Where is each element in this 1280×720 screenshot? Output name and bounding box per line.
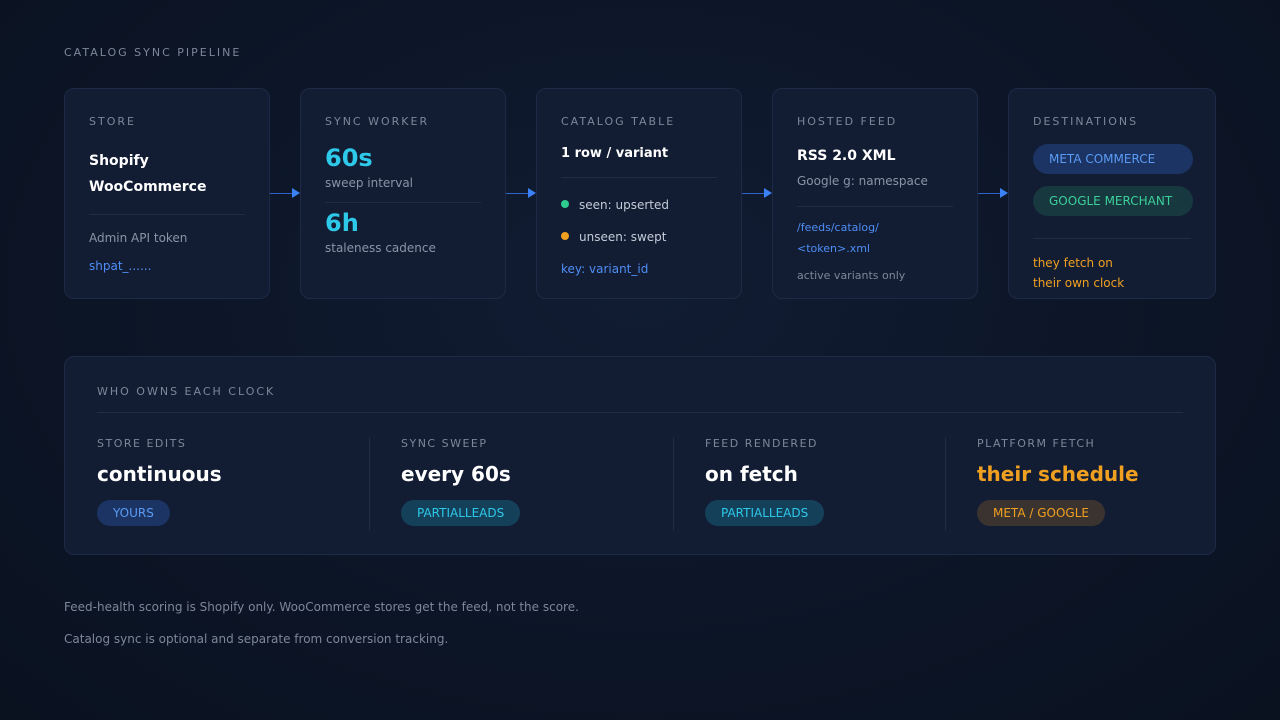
hosted-feed-card: HOSTED FEED RSS 2.0 XML Google g: namesp… — [772, 88, 978, 299]
catalog-divider — [561, 177, 717, 178]
store-platform-shopify: Shopify — [89, 153, 149, 169]
seen-row: seen: upserted — [561, 198, 717, 212]
owner-column-label: PLATFORM FETCH — [977, 437, 1096, 450]
footnote-feed-health: Feed-health scoring is Shopify only. Woo… — [64, 600, 579, 614]
seen-dot-icon — [561, 200, 569, 208]
feed-path-line1: /feeds/catalog/ — [797, 221, 879, 234]
sync-worker-card: SYNC WORKER 60s sweep interval 6h stalen… — [300, 88, 506, 299]
destinations-divider — [1033, 238, 1191, 239]
owner-column-separator — [673, 437, 674, 531]
owner-column-value: on fetch — [705, 462, 798, 486]
unseen-dot-icon — [561, 232, 569, 240]
owner-badge: PARTIALLEADS — [705, 500, 825, 526]
unseen-row: unseen: swept — [561, 230, 717, 244]
owner-column-separator — [945, 437, 946, 531]
clock-ownership-label: WHO OWNS EACH CLOCK — [97, 385, 276, 398]
destinations-note-line1: they fetch on — [1033, 256, 1113, 270]
staleness-cadence-value: 6h — [325, 209, 359, 237]
sync-worker-divider — [325, 202, 481, 203]
owner-column-label: STORE EDITS — [97, 437, 187, 450]
clock-ownership-divider — [97, 412, 1183, 413]
owner-column-value: their schedule — [977, 462, 1139, 486]
owner-badge: META / GOOGLE — [977, 500, 1105, 526]
feed-divider — [797, 206, 953, 207]
owner-badge: PARTIALLEADS — [401, 500, 521, 526]
owner-column-platform-fetch: PLATFORM FETCH their schedule META / GOO… — [977, 437, 1139, 533]
catalog-key: key: variant_id — [561, 262, 649, 276]
owner-column-label: FEED RENDERED — [705, 437, 818, 450]
hosted-feed-label: HOSTED FEED — [797, 115, 898, 128]
destination-google-merchant: GOOGLE MERCHANT — [1033, 186, 1193, 216]
staleness-cadence-caption: staleness cadence — [325, 241, 436, 255]
store-platform-woocommerce: WooCommerce — [89, 179, 207, 195]
owner-column-store-edits: STORE EDITS continuous YOURS — [97, 437, 222, 533]
arrow-feed-to-destinations — [978, 186, 1008, 200]
catalog-grain: 1 row / variant — [561, 146, 669, 161]
store-card-label: STORE — [89, 115, 136, 128]
owner-column-value: continuous — [97, 462, 222, 486]
arrow-table-to-feed — [742, 186, 772, 200]
arrow-store-to-worker — [270, 186, 300, 200]
catalog-table-card: CATALOG TABLE 1 row / variant seen: upse… — [536, 88, 742, 299]
owner-badge: YOURS — [97, 500, 170, 526]
token-label: Admin API token — [89, 231, 188, 245]
arrow-worker-to-table — [506, 186, 536, 200]
destinations-note: they fetch on their own clock — [1033, 253, 1191, 293]
unseen-text: unseen: swept — [579, 230, 667, 244]
feed-path-line2: <token>.xml — [797, 242, 870, 255]
footnote-catalog-sync: Catalog sync is optional and separate fr… — [64, 632, 449, 646]
page-title: CATALOG SYNC PIPELINE — [64, 46, 242, 59]
owner-column-feed-rendered: FEED RENDERED on fetch PARTIALLEADS — [705, 437, 825, 533]
destinations-card: DESTINATIONS META COMMERCE GOOGLE MERCHA… — [1008, 88, 1216, 299]
owner-column-label: SYNC SWEEP — [401, 437, 488, 450]
owner-column-separator — [369, 437, 370, 531]
sweep-interval-caption: sweep interval — [325, 176, 414, 190]
owner-column-value: every 60s — [401, 462, 511, 486]
destination-meta-commerce: META COMMERCE — [1033, 144, 1193, 174]
pipeline-diagram: CATALOG SYNC PIPELINE STORE Shopify WooC… — [0, 0, 1280, 720]
store-card: STORE Shopify WooCommerce Admin API toke… — [64, 88, 270, 299]
sync-worker-label: SYNC WORKER — [325, 115, 430, 128]
store-divider — [89, 214, 245, 215]
sweep-interval-value: 60s — [325, 144, 373, 172]
token-value: shpat_...... — [89, 259, 152, 273]
seen-text: seen: upserted — [579, 198, 669, 212]
clock-ownership-panel: WHO OWNS EACH CLOCK STORE EDITS continuo… — [64, 356, 1216, 555]
destinations-label: DESTINATIONS — [1033, 115, 1139, 128]
catalog-table-label: CATALOG TABLE — [561, 115, 676, 128]
feed-note: active variants only — [797, 269, 906, 282]
destinations-note-line2: their own clock — [1033, 276, 1125, 290]
owner-column-sync-sweep: SYNC SWEEP every 60s PARTIALLEADS — [401, 437, 521, 533]
feed-namespace: Google g: namespace — [797, 174, 928, 188]
feed-format: RSS 2.0 XML — [797, 148, 896, 164]
